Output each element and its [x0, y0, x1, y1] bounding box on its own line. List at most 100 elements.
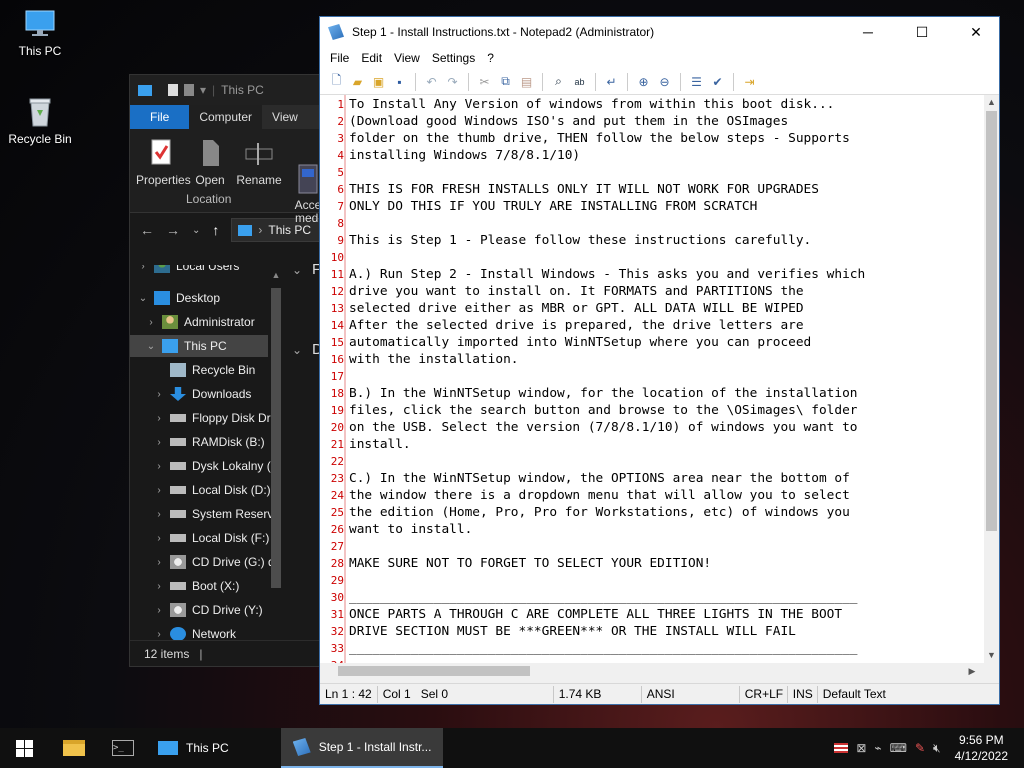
chevron-down-icon[interactable]: ⌄ [146, 341, 156, 352]
chevron-right-icon[interactable]: › [154, 533, 164, 544]
editor-text-line[interactable]: the window there is a dropdown menu that… [349, 487, 850, 504]
volume-muted-icon[interactable]: 🔇︎ [933, 741, 941, 756]
editor-text-line[interactable]: MAKE SURE NOT TO FORGET TO SELECT YOUR E… [349, 555, 711, 572]
menu-file[interactable]: File [324, 51, 355, 65]
tree-item-downloads[interactable]: › Downloads [154, 383, 251, 405]
editor-text-line[interactable]: After the selected drive is prepared, th… [349, 317, 804, 334]
undo-icon[interactable]: ↶ [421, 72, 442, 92]
properties-qat-icon[interactable] [168, 84, 178, 96]
tree-item-floppy[interactable]: › Floppy Disk Dri [154, 407, 273, 429]
taskbar-cmd-button[interactable]: >_ [100, 728, 146, 768]
horizontal-scroll-thumb[interactable] [338, 666, 530, 676]
tree-item-cd-drive-y[interactable]: › CD Drive (Y:) [154, 599, 263, 621]
tree-item-this-pc[interactable]: ⌄ This PC [130, 335, 268, 357]
cut-icon[interactable]: ✂ [474, 72, 495, 92]
tree-item-ramdisk[interactable]: › RAMDisk (B:) [154, 431, 264, 453]
taskbar-file-explorer-button[interactable] [48, 728, 100, 768]
chevron-right-icon[interactable]: › [154, 389, 164, 400]
editor-text-line[interactable]: C.) In the WinNTSetup window, the OPTION… [349, 470, 850, 487]
tree-item-recycle-bin[interactable]: Recycle Bin [154, 359, 255, 381]
status-line-endings[interactable]: CR+LF [740, 685, 788, 703]
usb-safe-remove-icon[interactable]: ⌁ [874, 741, 881, 755]
zoom-in-icon[interactable]: ⊕ [633, 72, 654, 92]
scroll-up-arrow-icon[interactable]: ▲ [270, 270, 282, 280]
menu-view[interactable]: View [388, 51, 426, 65]
customize-icon[interactable]: ✔ [707, 72, 728, 92]
rename-button[interactable]: Rename [234, 137, 284, 187]
taskbar-this-pc[interactable]: This PC [146, 728, 241, 768]
editor-text-line[interactable]: ONLY DO THIS IF YOU TRULY ARE INSTALLING… [349, 198, 757, 215]
tree-item-dysk-lokalny[interactable]: › Dysk Lokalny ( [154, 455, 270, 477]
chevron-right-icon[interactable]: › [154, 509, 164, 520]
forward-arrow-icon[interactable]: → [166, 222, 180, 238]
group-collapse-icon[interactable]: ⌄ [292, 343, 302, 357]
tree-item-cd-drive-g[interactable]: › CD Drive (G:) d [154, 551, 275, 573]
chevron-right-icon[interactable]: › [154, 581, 164, 592]
word-wrap-icon[interactable]: ↵ [601, 72, 622, 92]
chevron-right-icon[interactable]: › [138, 265, 148, 272]
tree-item-system-reserved[interactable]: › System Reserve [154, 503, 280, 525]
text-editor[interactable]: 1 To Install Any Version of windows from … [320, 95, 984, 663]
browse-icon[interactable]: ▣ [368, 72, 389, 92]
qat-dropdown-icon[interactable]: ▾ [200, 83, 206, 97]
editor-text-line[interactable]: ________________________________________… [349, 640, 858, 657]
editor-text-line[interactable]: folder on the thumb drive, THEN follow t… [349, 130, 850, 147]
up-arrow-icon[interactable]: ↑ [212, 222, 219, 238]
tab-computer[interactable]: Computer [189, 105, 263, 129]
back-arrow-icon[interactable]: ← [140, 222, 154, 238]
desktop-icon-this-pc[interactable]: This PC [0, 8, 80, 58]
editor-text-line[interactable]: (Download good Windows ISO's and put the… [349, 113, 788, 130]
tree-scroll-thumb[interactable] [271, 288, 281, 588]
chevron-down-icon[interactable]: ⌄ [138, 293, 148, 304]
editor-text-line[interactable]: drive you want to install on. It FORMATS… [349, 283, 804, 300]
properties-button[interactable]: Properties [136, 137, 191, 187]
close-icon[interactable]: ✕ [953, 17, 999, 47]
tree-item-desktop[interactable]: ⌄ Desktop [138, 287, 220, 309]
tree-item-local-users[interactable]: › Local Users [138, 265, 239, 277]
zoom-out-icon[interactable]: ⊖ [654, 72, 675, 92]
recent-dropdown-icon[interactable]: ⌄ [192, 225, 200, 236]
editor-text-line[interactable]: selected drive either as MBR or GPT. ALL… [349, 300, 804, 317]
new-folder-qat-icon[interactable] [184, 84, 194, 96]
replace-icon[interactable]: ab [569, 72, 590, 92]
chevron-right-icon[interactable]: › [154, 437, 164, 448]
chevron-right-icon[interactable]: › [154, 461, 164, 472]
navigation-tree[interactable]: › Local Users ⌄ Desktop › Administrator … [130, 265, 285, 645]
notepad-window[interactable]: Step 1 - Install Instructions.txt - Note… [319, 16, 1000, 705]
chevron-right-icon[interactable]: › [154, 557, 164, 568]
copy-icon[interactable]: ⧉ [495, 72, 516, 92]
editor-horizontal-scrollbar[interactable]: ▶ [320, 663, 999, 679]
editor-text-line[interactable]: DRIVE SECTION MUST BE ***GREEN*** OR THE… [349, 623, 796, 640]
editor-text-line[interactable]: To Install Any Version of windows from w… [349, 96, 834, 113]
tree-item-local-disk-f[interactable]: › Local Disk (F:) [154, 527, 269, 549]
editor-text-line[interactable]: install. [349, 436, 411, 453]
paste-icon[interactable]: ▤ [516, 72, 537, 92]
editor-text-line[interactable]: with the installation. [349, 351, 519, 368]
status-scheme[interactable]: Default Text [818, 686, 891, 703]
editor-text-line[interactable]: automatically imported into WinNTSetup w… [349, 334, 811, 351]
tab-view[interactable]: View [262, 105, 308, 129]
pen-tool-icon[interactable]: ✎ [915, 741, 925, 755]
new-file-icon[interactable]: 🗋 [326, 72, 347, 92]
editor-text-line[interactable]: the edition (Home, Pro, Pro for Workstat… [349, 504, 850, 521]
editor-text-line[interactable]: ________________________________________… [349, 589, 858, 606]
chevron-right-icon[interactable]: › [154, 629, 164, 640]
minimize-icon[interactable]: ─ [845, 17, 891, 47]
open-button[interactable]: Open [190, 137, 230, 187]
find-icon[interactable]: ⌕ [548, 72, 569, 92]
editor-text-line[interactable]: want to install. [349, 521, 472, 538]
scroll-up-arrow-icon[interactable]: ▲ [984, 95, 999, 110]
menu-edit[interactable]: Edit [355, 51, 388, 65]
keyboard-icon[interactable]: ⌨ [890, 741, 907, 755]
chevron-right-icon[interactable]: › [154, 605, 164, 616]
save-icon[interactable]: ▪ [389, 72, 410, 92]
maximize-icon[interactable]: ☐ [899, 17, 945, 47]
editor-text-line[interactable]: installing Windows 7/8/8.1/10) [349, 147, 580, 164]
exit-icon[interactable]: ⇥ [739, 72, 760, 92]
scroll-down-arrow-icon[interactable]: ▼ [984, 648, 999, 663]
editor-text-line[interactable]: A.) Run Step 2 - Install Windows - This … [349, 266, 865, 283]
tab-file[interactable]: File [130, 105, 190, 129]
chevron-right-icon[interactable]: › [154, 413, 164, 424]
desktop-icon-recycle-bin[interactable]: Recycle Bin [0, 96, 80, 146]
tree-scrollbar[interactable]: ▲ ▼ [270, 270, 282, 666]
